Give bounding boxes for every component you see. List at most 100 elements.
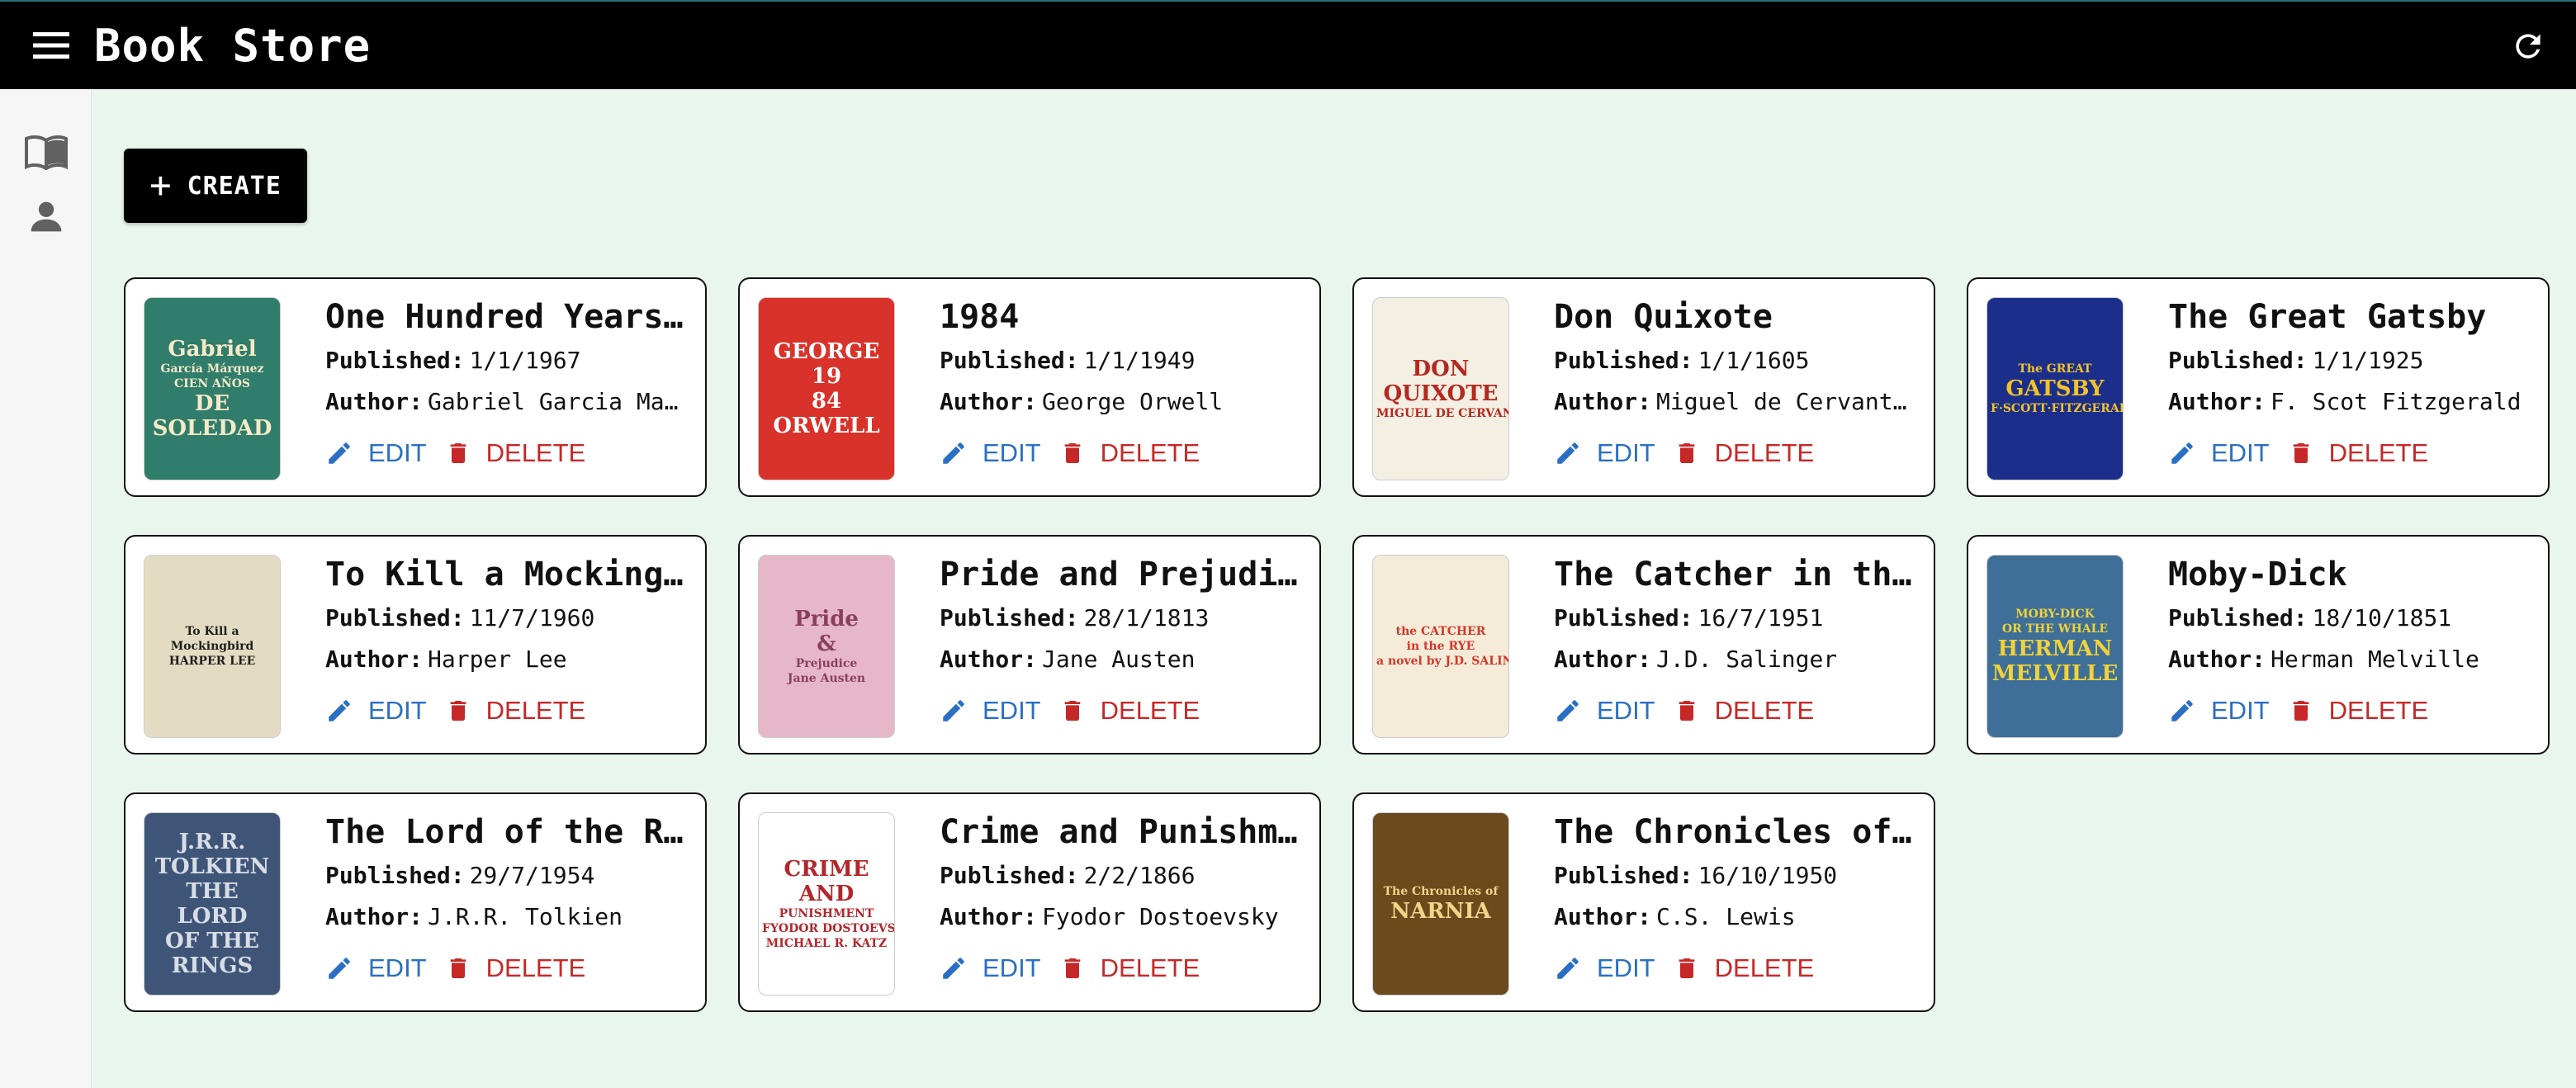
edit-label: EDIT — [983, 696, 1041, 725]
edit-button[interactable]: EDIT — [1554, 953, 1655, 983]
cover-text: García Márquez — [160, 362, 264, 376]
author-value: F. Scot Fitzgerald — [2271, 388, 2522, 415]
cover-text: MICHAEL R. KATZ — [765, 937, 888, 950]
book-author: Author: F. Scot Fitzgerald — [2168, 381, 2530, 423]
book-published: Published: 16/10/1950 — [1554, 855, 1915, 896]
book-card: CRIMEANDPUNISHMENT FYODOR DOSTOEVSKY MICHA… — [738, 792, 1321, 1012]
edit-button[interactable]: EDIT — [2168, 696, 2270, 726]
trash-icon — [450, 958, 466, 978]
trash-icon — [450, 701, 466, 721]
cover-text: F·SCOTT·FITZGERALD — [1991, 402, 2124, 415]
delete-button[interactable]: DELETE — [1674, 438, 1814, 468]
book-title: The Great Gatsby — [2168, 298, 2487, 336]
author-value: Herman Melville — [2271, 646, 2479, 673]
edit-label: EDIT — [2211, 696, 2270, 725]
published-value: 16/7/1951 — [1698, 604, 1824, 632]
delete-button[interactable]: DELETE — [1674, 696, 1814, 726]
book-card: Gabriel García Márquez CIEN AÑOS DE SOLEDAD … — [124, 277, 707, 497]
published-value: 18/10/1851 — [2312, 604, 2452, 632]
author-label: Author: — [2168, 646, 2266, 673]
edit-button[interactable]: EDIT — [940, 696, 1041, 726]
delete-button[interactable]: DELETE — [445, 696, 585, 726]
cover-text: 19 — [811, 364, 842, 389]
plus-icon: + — [149, 164, 173, 206]
book-card: MOBY-DICK OR THE WHALE HERMAN MELVILLE Moby… — [1967, 535, 2550, 755]
book-cover: DONQUIXOTEMIGUEL DE CERVANTES — [1372, 297, 1509, 480]
book-icon[interactable] — [25, 130, 68, 173]
author-value: J.D. Salinger — [1656, 646, 1838, 673]
cover-text: QUIXOTE — [1383, 381, 1499, 406]
published-value: 16/10/1950 — [1698, 862, 1838, 889]
delete-label: DELETE — [1100, 953, 1200, 982]
refresh-icon[interactable] — [2503, 21, 2553, 71]
book-author: Author: J.R.R. Tolkien — [325, 896, 687, 938]
pencil-icon — [943, 442, 964, 464]
edit-label: EDIT — [983, 438, 1041, 467]
delete-button[interactable]: DELETE — [445, 953, 585, 983]
cover-text: CIEN AÑOS — [174, 377, 250, 390]
cover-text: GEORGE — [773, 339, 880, 364]
edit-button[interactable]: EDIT — [325, 953, 427, 983]
book-author: Author: Jane Austen — [940, 639, 1301, 680]
edit-button[interactable]: EDIT — [1554, 438, 1655, 468]
cover-text: MIGUEL DE CERVANTES — [1376, 407, 1508, 420]
pencil-icon — [2171, 700, 2193, 721]
published-label: Published: — [1554, 604, 1693, 632]
delete-button[interactable]: DELETE — [1059, 953, 1200, 983]
delete-button[interactable]: DELETE — [2288, 696, 2428, 726]
edit-button[interactable]: EDIT — [2168, 438, 2270, 468]
pencil-icon — [329, 958, 350, 979]
author-value: George Orwell — [1042, 388, 1224, 415]
edit-button[interactable]: EDIT — [940, 953, 1041, 983]
pencil-icon — [1557, 958, 1579, 979]
published-value: 1/1/1925 — [2312, 347, 2424, 374]
edit-label: EDIT — [1597, 696, 1655, 725]
edit-button[interactable]: EDIT — [325, 438, 427, 468]
menu-icon[interactable] — [26, 21, 76, 70]
delete-button[interactable]: DELETE — [1059, 438, 1200, 468]
author-label: Author: — [1554, 646, 1652, 673]
published-value: 28/1/1813 — [1083, 604, 1210, 632]
trash-icon — [2293, 443, 2308, 463]
delete-button[interactable]: DELETE — [1059, 696, 1200, 726]
edit-label: EDIT — [2211, 438, 2270, 467]
edit-button[interactable]: EDIT — [1554, 696, 1655, 726]
book-published: Published: 1/1/1925 — [2168, 340, 2530, 381]
create-button[interactable]: + CREATE — [124, 149, 307, 223]
book-author: Author: J.D. Salinger — [1554, 639, 1915, 680]
cover-text: 84 — [811, 389, 842, 414]
edit-label: EDIT — [368, 696, 427, 725]
trash-icon — [1064, 958, 1080, 978]
delete-button[interactable]: DELETE — [445, 438, 586, 468]
book-card: GEORGE 19 84 ORWELL 1984 Published: 1/1/1949… — [738, 277, 1321, 497]
book-title: Don Quixote — [1554, 298, 1773, 336]
person-icon[interactable] — [25, 195, 68, 238]
edit-button[interactable]: EDIT — [325, 696, 427, 726]
edit-button[interactable]: EDIT — [940, 438, 1041, 468]
book-cover: CRIMEANDPUNISHMENT FYODOR DOSTOEVSKY MICHA… — [758, 812, 895, 996]
cover-text: in the RYE — [1406, 640, 1475, 653]
cover-text: & — [817, 632, 836, 656]
cover-text: Jane Austen — [787, 672, 866, 685]
book-cover: The Chronicles of NARNIA — [1372, 812, 1509, 996]
author-label: Author: — [2168, 388, 2266, 415]
author-value: Jane Austen — [1042, 646, 1196, 673]
pencil-icon — [2171, 442, 2193, 464]
delete-label: DELETE — [485, 438, 586, 467]
cover-text: AND — [798, 882, 855, 906]
book-title: 1984 — [940, 298, 1020, 336]
book-title: Pride and Prejudice — [940, 556, 1301, 594]
book-author: Author: C.S. Lewis — [1554, 896, 1915, 938]
delete-button[interactable]: DELETE — [1674, 953, 1814, 983]
pencil-icon — [329, 442, 350, 464]
published-label: Published: — [2168, 604, 2308, 632]
published-label: Published: — [940, 604, 1079, 632]
cover-text: HARPER LEE — [168, 655, 256, 668]
book-published: Published: 11/7/1960 — [325, 598, 687, 639]
published-value: 1/1/1605 — [1698, 347, 1810, 374]
edit-label: EDIT — [983, 953, 1041, 982]
pencil-icon — [329, 700, 350, 721]
author-label: Author: — [940, 903, 1038, 930]
delete-button[interactable]: DELETE — [2288, 438, 2428, 468]
create-button-label: CREATE — [187, 171, 282, 201]
